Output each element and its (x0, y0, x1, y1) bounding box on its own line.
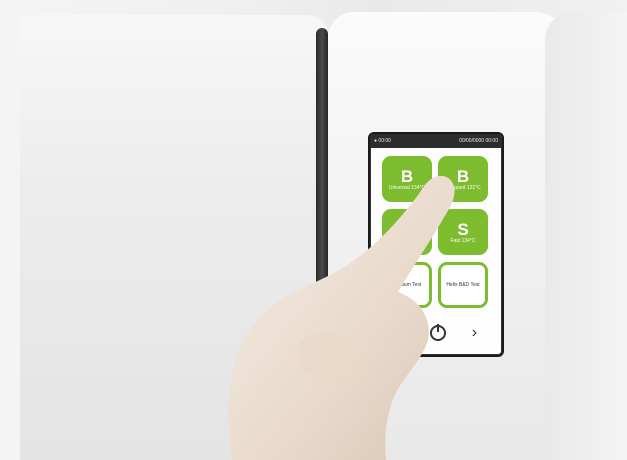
tile-label: Wrapped 121°C (445, 184, 481, 191)
power-icon[interactable] (429, 324, 446, 341)
menu-icon[interactable]: ≡ (395, 324, 404, 342)
chevron-right-icon[interactable]: › (472, 324, 477, 342)
vacuum-test-button[interactable]: Vacuum Test (382, 262, 432, 308)
touchscreen: ● 00:00 00/00/0000 00:00 B Universal 134… (368, 132, 504, 357)
status-bar: ● 00:00 00/00/0000 00:00 (370, 134, 502, 148)
tile-label: Universal 134°C (388, 184, 426, 191)
program-s-fast-button[interactable]: S Fast 134°C (438, 209, 488, 255)
program-b-wrapped-button[interactable]: B Wrapped 121°C (438, 156, 488, 202)
tile-letter: B (400, 166, 414, 186)
tile-label: Helix B&D Test (446, 282, 480, 288)
device-left-panel (20, 15, 330, 460)
tile-label: Vacuum Test (392, 282, 422, 288)
device-side-shade (545, 12, 627, 460)
status-right: 00/00/0000 00:00 (459, 138, 498, 144)
device-photo: ● 00:00 00/00/0000 00:00 B Universal 134… (0, 0, 627, 460)
tile-label: Fast 134°C (450, 237, 476, 244)
program-hidden-button[interactable] (382, 209, 432, 255)
program-grid: B Universal 134°C B Wrapped 121°C S Fast… (382, 156, 490, 308)
tile-letter: B (456, 166, 470, 186)
helix-bd-test-button[interactable]: Helix B&D Test (438, 262, 488, 308)
status-left: ● 00:00 (374, 138, 391, 144)
program-b-universal-button[interactable]: B Universal 134°C (382, 156, 432, 202)
device-seam (316, 28, 328, 460)
bottom-nav: ≡ › (382, 324, 490, 342)
tile-letter: S (457, 219, 469, 239)
